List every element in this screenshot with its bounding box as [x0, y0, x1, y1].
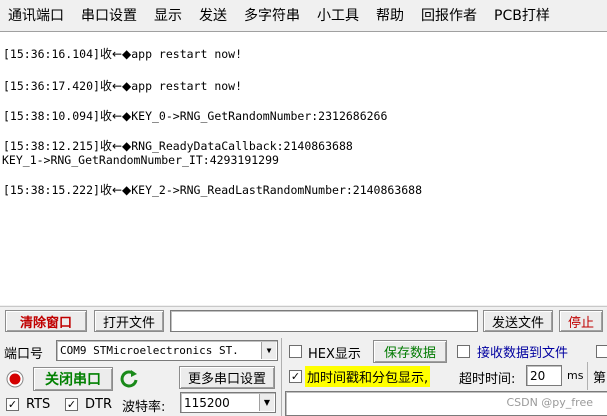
page-label: 第 [593, 371, 607, 386]
close-port-button[interactable]: 关闭串口 [33, 367, 113, 391]
more-settings-button[interactable]: 更多串口设置 [179, 366, 275, 389]
file-path-input[interactable] [170, 310, 478, 332]
receive-to-file-checkbox[interactable] [457, 345, 470, 358]
receive-line: KEY_1->RNG_GetRandomNumber_IT:4293191299 [2, 153, 279, 167]
receive-area[interactable]: [15:36:16.104]收←◆app restart now! [15:36… [0, 31, 607, 305]
menu-help[interactable]: 帮助 [368, 5, 404, 25]
baud-rate-select[interactable]: 115200 ▼ [180, 392, 276, 413]
receive-to-file-label: 接收数据到文件 [477, 346, 569, 361]
menu-send[interactable]: 发送 [191, 5, 227, 25]
hex-display-label: HEX显示 [308, 347, 361, 362]
port-label: 端口号 [4, 347, 44, 362]
open-file-button[interactable]: 打开文件 [94, 310, 164, 332]
menu-display[interactable]: 显示 [146, 5, 182, 25]
chevron-down-icon[interactable]: ▼ [259, 394, 274, 411]
receive-line: [15:38:12.215]收←◆RNG_ReadyDataCallback:2… [3, 139, 353, 153]
receive-line: [15:38:10.094]收←◆KEY_0->RNG_GetRandomNum… [3, 109, 388, 123]
menu-tools[interactable]: 小工具 [309, 5, 359, 25]
receive-line: [15:36:16.104]收←◆app restart now! [3, 47, 243, 61]
timeout-label: 超时时间: [459, 372, 516, 387]
port-select[interactable]: COM9 STMicroelectronics ST. ▼ [56, 340, 278, 361]
baud-rate-value: 115200 [184, 395, 230, 410]
save-data-button[interactable]: 保存数据 [373, 340, 447, 363]
menu-pcb[interactable]: PCB打样 [486, 5, 550, 25]
send-file-button[interactable]: 发送文件 [483, 310, 553, 332]
timestamp-label: 加时间戳和分包显示, [305, 366, 431, 387]
port-status-icon [6, 370, 24, 388]
baud-rate-label: 波特率: [122, 400, 166, 415]
options-divider [587, 362, 588, 390]
watermark: CSDN @py_free [506, 396, 593, 409]
timeout-input[interactable]: 20 [526, 365, 562, 386]
rts-checkbox[interactable]: ✓ [6, 398, 19, 411]
menu-report-author[interactable]: 回报作者 [413, 5, 477, 25]
hex-display-checkbox[interactable] [289, 345, 302, 358]
dtr-label: DTR [85, 397, 112, 412]
timestamp-checkbox[interactable]: ✓ [289, 370, 302, 383]
clear-window-button[interactable]: 清除窗口 [5, 310, 87, 332]
timeout-unit: ms [567, 369, 584, 382]
rts-label: RTS [26, 397, 51, 412]
port-select-value: COM9 STMicroelectronics ST. [60, 344, 239, 357]
refresh-icon[interactable] [118, 368, 140, 390]
panel-divider [281, 338, 282, 416]
menu-bar: 通讯端口 串口设置 显示 发送 多字符串 小工具 帮助 回报作者 PCB打样 [0, 0, 607, 30]
menu-serial-settings[interactable]: 串口设置 [73, 5, 137, 25]
extra-checkbox[interactable] [596, 345, 607, 358]
chevron-down-icon[interactable]: ▼ [261, 342, 276, 359]
receive-line: [15:36:17.420]收←◆app restart now! [3, 79, 243, 93]
menu-multi-string[interactable]: 多字符串 [236, 5, 300, 25]
receive-line: [15:38:15.222]收←◆KEY_2->RNG_ReadLastRand… [3, 183, 423, 197]
menu-comm-port[interactable]: 通讯端口 [0, 5, 64, 25]
stop-button[interactable]: 停止 [559, 310, 603, 332]
dtr-checkbox[interactable]: ✓ [65, 398, 78, 411]
